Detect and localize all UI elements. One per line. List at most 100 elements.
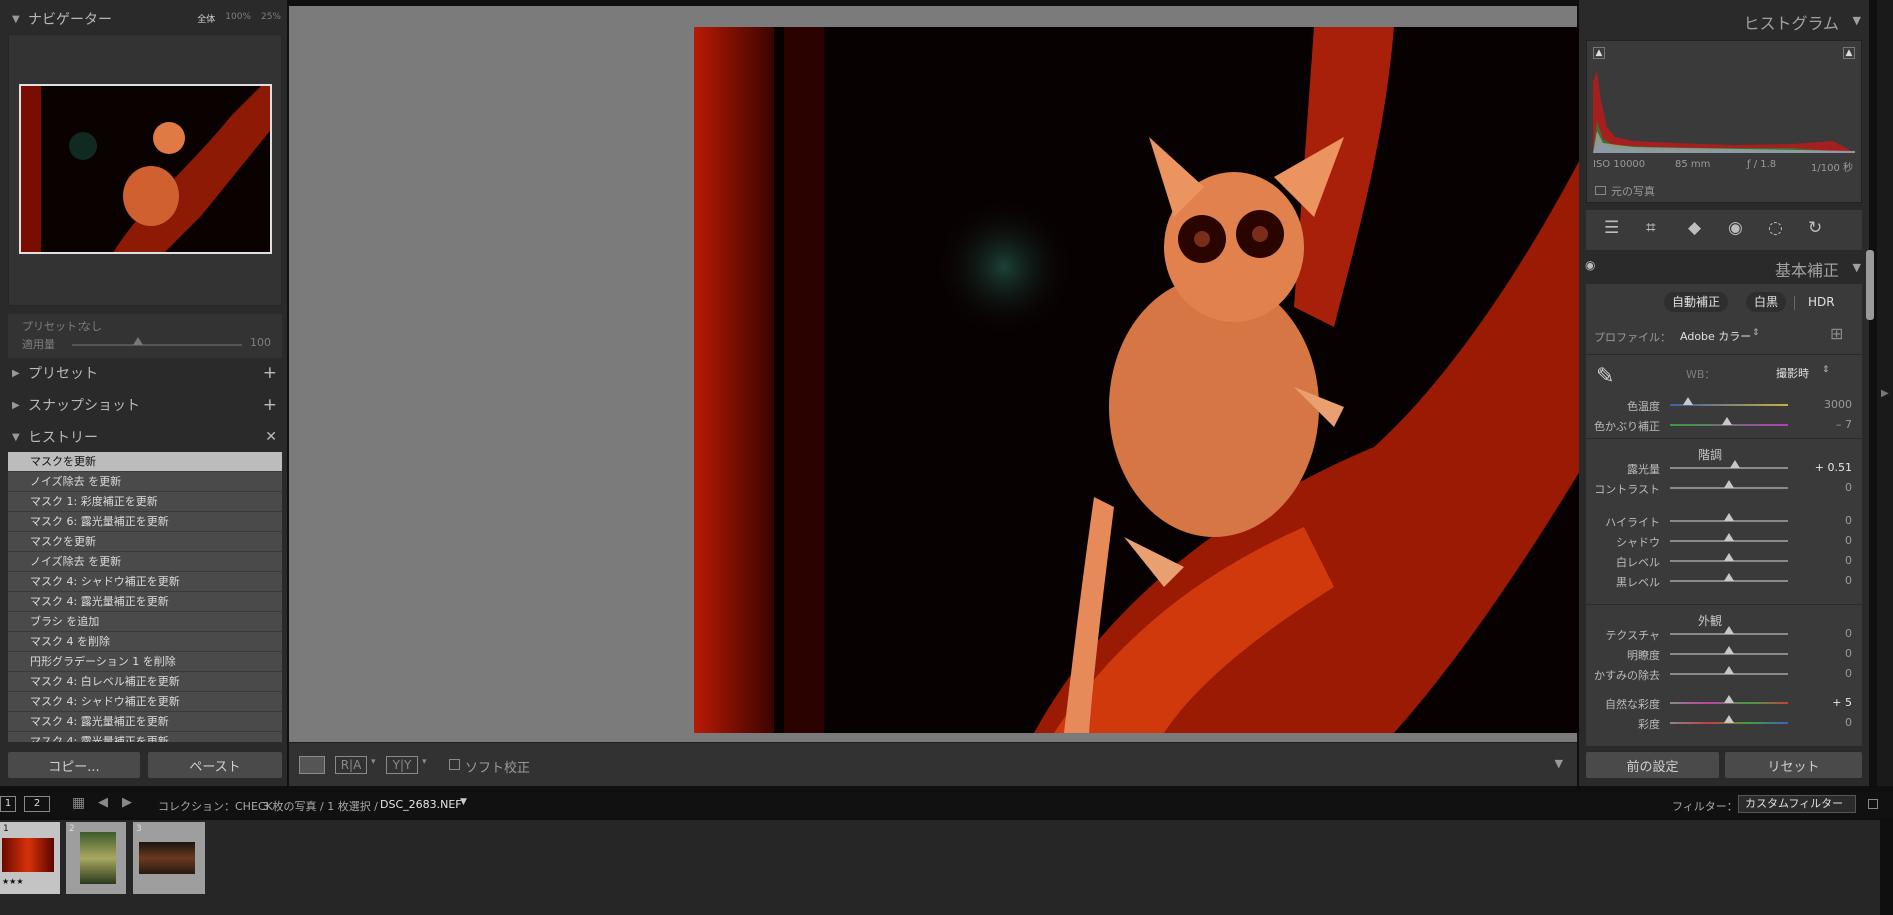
hdr-button[interactable]: HDR [1800, 292, 1843, 312]
soft-proof-checkbox[interactable] [449, 759, 460, 770]
dehaze-slider-thumb[interactable] [1724, 666, 1734, 674]
exposure-slider-track[interactable] [1670, 460, 1788, 469]
edit-sliders-icon[interactable]: ☰ [1604, 218, 1619, 238]
slider-saturation[interactable]: 彩度 0 [1586, 715, 1862, 736]
visibility-eye-icon[interactable]: ◉ [1585, 258, 1595, 272]
profile-dropdown-arrow-icon[interactable]: ⇕ [1752, 328, 1760, 338]
filename-dropdown-arrow-icon[interactable]: ▼ [460, 797, 467, 807]
history-item[interactable]: マスク 4: 露光量補正を更新 [8, 592, 282, 612]
before-after-ra-button[interactable]: R|A [335, 756, 367, 774]
history-item[interactable]: 円形グラデーション 1 を削除 [8, 652, 282, 672]
history-item[interactable]: マスク 4: シャドウ補正を更新 [8, 572, 282, 592]
vibrance-slider-thumb[interactable] [1724, 695, 1734, 703]
add-snapshot-icon[interactable]: + [263, 395, 277, 415]
presets-header[interactable]: ▶ プリセット + [0, 358, 287, 388]
eraser-icon[interactable]: ◆ [1688, 218, 1701, 238]
temp-slider-thumb[interactable] [1683, 397, 1693, 405]
auto-button[interactable]: 自動補正 [1664, 292, 1729, 312]
filmstrip-thumb-3[interactable]: 3 [133, 822, 205, 894]
tint-value[interactable]: – 7 [1812, 418, 1852, 431]
texture-value[interactable]: 0 [1812, 627, 1852, 640]
temp-slider-track[interactable] [1670, 397, 1788, 406]
reset-button[interactable]: リセット [1725, 752, 1862, 778]
highlights-slider-track[interactable] [1670, 513, 1788, 522]
slider-blacks[interactable]: 黒レベル 0 [1586, 573, 1862, 594]
collapse-triangle-icon[interactable]: ▼ [1853, 261, 1861, 274]
contrast-slider-track[interactable] [1670, 480, 1788, 489]
amount-slider-thumb[interactable] [133, 337, 143, 345]
whites-slider-track[interactable] [1670, 553, 1788, 562]
contrast-value[interactable]: 0 [1812, 481, 1852, 494]
clear-history-icon[interactable]: ✕ [265, 429, 277, 445]
exposure-slider-thumb[interactable] [1730, 460, 1740, 468]
slider-tint[interactable]: 色かぶり補正 – 7 [1586, 417, 1862, 438]
filter-lock-icon[interactable] [1868, 799, 1878, 809]
clarity-value[interactable]: 0 [1812, 647, 1852, 660]
texture-slider-thumb[interactable] [1724, 626, 1734, 634]
slider-clarity[interactable]: 明瞭度 0 [1586, 646, 1862, 667]
slider-whites[interactable]: 白レベル 0 [1586, 553, 1862, 574]
dehaze-value[interactable]: 0 [1812, 667, 1852, 680]
slider-dehaze[interactable]: かすみの除去 0 [1586, 666, 1862, 687]
vibrance-slider-track[interactable] [1670, 695, 1788, 704]
wb-dropdown[interactable]: 撮影時 [1776, 365, 1809, 381]
filter-dropdown[interactable]: カスタムフィルター [1738, 795, 1856, 813]
previous-settings-button[interactable]: 前の設定 [1586, 752, 1719, 778]
history-item[interactable]: マスク 4 を削除 [8, 632, 282, 652]
exposure-value[interactable]: + 0.51 [1812, 461, 1852, 474]
navigator-thumbnail[interactable] [19, 84, 272, 254]
history-item[interactable]: マスクを更新 [8, 452, 282, 472]
filmstrip-thumb-2[interactable]: 2 [66, 822, 126, 894]
add-preset-icon[interactable]: + [263, 363, 277, 383]
zoom-100-option[interactable]: 100% [225, 12, 251, 25]
history-header[interactable]: ▼ ヒストリー ✕ [0, 422, 287, 452]
profile-dropdown[interactable]: Adobe カラー [1680, 328, 1751, 344]
red-eye-icon[interactable]: ◉ [1728, 218, 1743, 238]
primary-window-button[interactable]: 1 [0, 796, 16, 812]
clarity-slider-thumb[interactable] [1724, 646, 1734, 654]
profile-browser-grid-icon[interactable]: ⊞ [1830, 324, 1843, 343]
grid-view-icon[interactable]: ▦ [72, 795, 85, 811]
saturation-slider-track[interactable] [1670, 715, 1788, 724]
original-photo-checkbox[interactable] [1595, 186, 1606, 195]
zoom-25-option[interactable]: 25% [261, 12, 281, 25]
history-item[interactable]: マスク 4: 白レベル補正を更新 [8, 672, 282, 692]
highlights-value[interactable]: 0 [1812, 514, 1852, 527]
back-arrow-icon[interactable]: ◀ [98, 795, 108, 810]
dropdown-arrow-icon[interactable]: ▾ [422, 757, 427, 767]
tint-slider-thumb[interactable] [1722, 417, 1732, 425]
slider-contrast[interactable]: コントラスト 0 [1586, 480, 1862, 501]
wb-dropdown-arrow-icon[interactable]: ⇕ [1822, 365, 1830, 375]
masking-icon[interactable]: ◌ [1768, 218, 1783, 238]
history-item[interactable]: ノイズ除去 を更新 [8, 472, 282, 492]
toolbar-menu-icon[interactable]: ▼ [1555, 757, 1563, 770]
saturation-value[interactable]: 0 [1812, 716, 1852, 729]
slider-highlights[interactable]: ハイライト 0 [1586, 513, 1862, 534]
clarity-slider-track[interactable] [1670, 646, 1788, 655]
dehaze-slider-track[interactable] [1670, 666, 1788, 675]
history-item[interactable]: ブラシ を追加 [8, 612, 282, 632]
shadow-clipping-icon[interactable]: ▲ [1593, 47, 1605, 59]
highlights-slider-thumb[interactable] [1724, 513, 1734, 521]
history-item[interactable]: マスクを更新 [8, 532, 282, 552]
presets-rotate-icon[interactable]: ↻ [1808, 218, 1822, 238]
history-item[interactable]: マスク 4: シャドウ補正を更新 [8, 692, 282, 712]
contrast-slider-thumb[interactable] [1724, 480, 1734, 488]
secondary-window-button[interactable]: 2 [24, 796, 50, 812]
history-item[interactable]: マスク 1: 彩度補正を更新 [8, 492, 282, 512]
amount-slider-track[interactable] [72, 337, 242, 346]
collapse-triangle-icon[interactable]: ▼ [1853, 14, 1861, 27]
copy-button[interactable]: コピー... [8, 752, 140, 778]
temp-value[interactable]: 3000 [1812, 398, 1852, 411]
blacks-slider-thumb[interactable] [1724, 573, 1734, 581]
dropdown-arrow-icon[interactable]: ▾ [371, 757, 376, 767]
slider-vibrance[interactable]: 自然な彩度 + 5 [1586, 695, 1862, 716]
slider-temp[interactable]: 色温度 3000 [1586, 397, 1862, 418]
blacks-slider-track[interactable] [1670, 573, 1788, 582]
paste-button[interactable]: ペースト [148, 752, 282, 778]
crop-icon[interactable]: ⌗ [1646, 218, 1656, 238]
snapshots-header[interactable]: ▶ スナップショット + [0, 390, 287, 420]
texture-slider-track[interactable] [1670, 626, 1788, 635]
history-item[interactable]: ノイズ除去 を更新 [8, 552, 282, 572]
blacks-value[interactable]: 0 [1812, 574, 1852, 587]
